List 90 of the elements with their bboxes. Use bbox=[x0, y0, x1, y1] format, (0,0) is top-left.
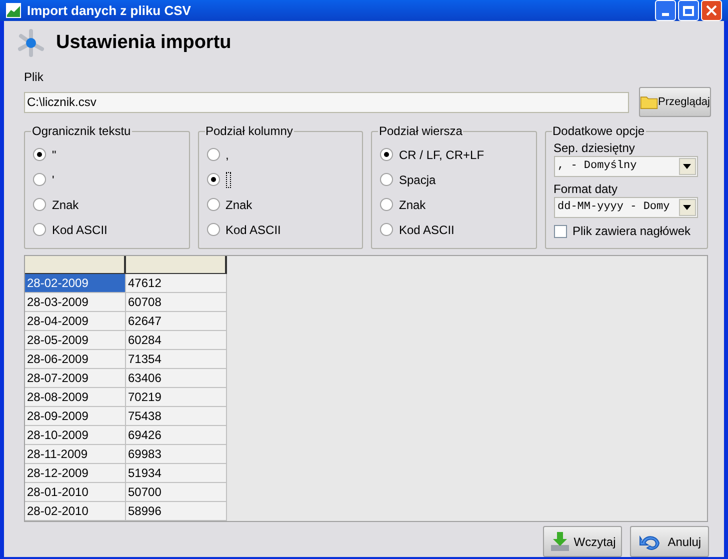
table-row[interactable]: 28-11-2009 69983 bbox=[25, 445, 227, 464]
table-row[interactable]: 28-02-2010 58996 bbox=[25, 502, 227, 521]
table-row[interactable]: 28-07-2009 63406 bbox=[25, 369, 227, 388]
table-cell: 28-08-2009 bbox=[25, 388, 126, 407]
table-row[interactable]: 28-12-2009 51934 bbox=[25, 464, 227, 483]
table-row[interactable]: 28-01-2010 50700 bbox=[25, 483, 227, 502]
table-cell: 28-10-2009 bbox=[25, 426, 126, 445]
dropdown[interactable]: , - Domyślny bbox=[554, 156, 698, 177]
field-label: Sep. dziesiętny bbox=[554, 140, 636, 156]
window-title: Import danych z pliku CSV bbox=[27, 2, 192, 20]
dropdown[interactable]: dd-MM-yyyy - Domy bbox=[554, 197, 698, 218]
table-cell: 28-06-2009 bbox=[25, 350, 126, 369]
minimize-button[interactable] bbox=[655, 0, 676, 21]
radio-button[interactable] bbox=[33, 148, 46, 161]
field-label: Format daty bbox=[554, 181, 619, 197]
radio-label: Znak bbox=[399, 196, 426, 214]
radio-label: , bbox=[226, 146, 229, 164]
radio-label: CR / LF, CR+LF bbox=[399, 146, 484, 164]
group-title: Podział wiersza bbox=[378, 124, 464, 138]
table-cell: 70219 bbox=[126, 388, 227, 407]
table-row[interactable]: 28-08-2009 70219 bbox=[25, 388, 227, 407]
radio-label: Kod ASCII bbox=[52, 222, 108, 238]
radio-label: Kod ASCII bbox=[226, 222, 281, 238]
radio-label: ' bbox=[52, 172, 54, 188]
download-icon bbox=[549, 530, 572, 552]
connector-icon bbox=[16, 28, 46, 58]
radio-label: Znak bbox=[226, 196, 252, 214]
radio-label: Spacja bbox=[399, 172, 436, 188]
table-row[interactable]: 28-03-2009 60708 bbox=[25, 293, 227, 312]
table-cell: 47612 bbox=[126, 274, 227, 293]
caret-icon bbox=[678, 199, 696, 216]
radio-button[interactable] bbox=[206, 198, 220, 211]
load-button[interactable]: Wczytaj bbox=[543, 526, 622, 557]
radio-label: Znak bbox=[52, 196, 79, 214]
table-cell: 75438 bbox=[126, 407, 227, 426]
table-cell: 60284 bbox=[126, 331, 227, 350]
table-cell: 28-09-2009 bbox=[25, 407, 126, 426]
close-icon bbox=[706, 5, 717, 16]
group-title: Ogranicznik tekstu bbox=[31, 124, 132, 138]
checkbox-label: Plik zawiera nagłówek bbox=[572, 223, 691, 240]
table-cell: 69426 bbox=[126, 426, 227, 445]
group-title: Dodatkowe opcje bbox=[552, 124, 646, 138]
cancel-button[interactable]: Anuluj bbox=[630, 526, 709, 557]
column-header[interactable] bbox=[126, 256, 227, 274]
close-button[interactable] bbox=[701, 0, 722, 21]
radio-button[interactable] bbox=[33, 173, 46, 186]
radio-label: " bbox=[52, 146, 56, 164]
table-row[interactable]: 28-04-2009 62647 bbox=[25, 312, 227, 331]
table-cell: 28-01-2010 bbox=[25, 483, 126, 502]
column-header[interactable] bbox=[25, 256, 126, 274]
table-cell: 62647 bbox=[126, 312, 227, 331]
maximize-button[interactable] bbox=[678, 0, 699, 21]
table-cell: 69983 bbox=[126, 445, 227, 464]
table-cell: 28-02-2010 bbox=[25, 502, 126, 521]
checkbox[interactable] bbox=[554, 224, 566, 238]
radio-button[interactable] bbox=[33, 223, 46, 236]
group-title: Podział kolumny bbox=[204, 124, 294, 138]
radio-button[interactable] bbox=[380, 223, 393, 236]
radio-button[interactable] bbox=[380, 173, 393, 186]
radio-button[interactable] bbox=[380, 198, 393, 211]
table-cell: 51934 bbox=[126, 464, 227, 483]
caret-icon bbox=[678, 158, 696, 175]
table-row[interactable]: 28-09-2009 75438 bbox=[25, 407, 227, 426]
table-cell: 50700 bbox=[126, 483, 227, 502]
table-cell: 28-07-2009 bbox=[25, 369, 126, 388]
table-cell: 28-03-2009 bbox=[25, 293, 126, 312]
browse-button[interactable]: Przeglądaj bbox=[639, 87, 711, 117]
file-path-field[interactable]: C:\licznik.csv bbox=[24, 92, 629, 112]
table-cell: 58996 bbox=[126, 502, 227, 521]
radio-button[interactable] bbox=[33, 198, 46, 211]
radio-button[interactable] bbox=[380, 148, 393, 161]
table-cell: 63406 bbox=[126, 369, 227, 388]
chart-icon bbox=[6, 3, 21, 18]
radio-button[interactable] bbox=[206, 148, 220, 161]
table-cell: 28-04-2009 bbox=[25, 312, 126, 331]
field-label: Plik bbox=[24, 69, 44, 86]
table-cell: 28-11-2009 bbox=[25, 445, 126, 464]
table-row[interactable]: 28-05-2009 60284 bbox=[25, 331, 227, 350]
table-row[interactable]: 28-06-2009 71354 bbox=[25, 350, 227, 369]
table-row[interactable]: 28-10-2009 69426 bbox=[25, 426, 227, 445]
table-cell: 28-12-2009 bbox=[25, 464, 126, 483]
table-row[interactable]: 28-02-2009 47612 bbox=[25, 274, 227, 293]
table-cell: 60708 bbox=[126, 293, 227, 312]
table-cell: 71354 bbox=[126, 350, 227, 369]
radio-button[interactable] bbox=[206, 173, 220, 186]
table-cell: 28-02-2009 bbox=[25, 274, 126, 293]
radio-button[interactable] bbox=[206, 223, 220, 236]
table-cell: 28-05-2009 bbox=[25, 331, 126, 350]
section-heading: Ustawienia importu bbox=[56, 30, 232, 55]
radio-label: Kod ASCII bbox=[399, 222, 454, 238]
